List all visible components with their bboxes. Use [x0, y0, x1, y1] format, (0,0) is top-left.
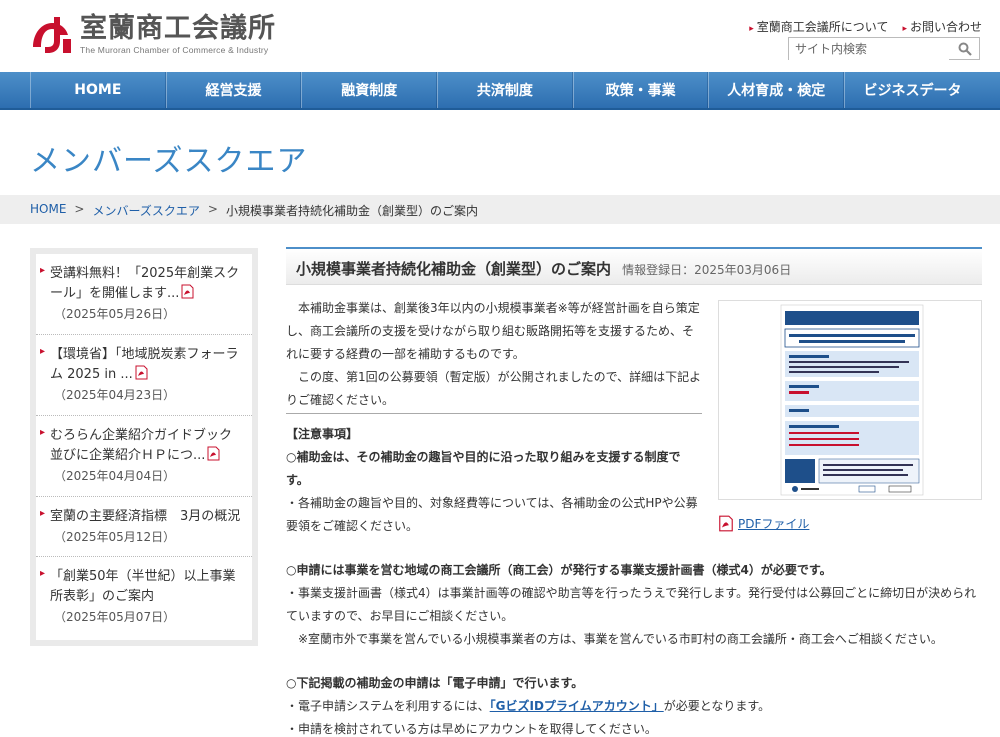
- site-logo[interactable]: 室蘭商工会議所 The Muroran Chamber of Commerce …: [30, 14, 276, 55]
- contact-link[interactable]: お問い合わせ: [902, 18, 982, 35]
- gbizid-link[interactable]: 「GビズIDプライムアカウント」: [490, 699, 664, 713]
- sidebar-item[interactable]: むろらん企業紹介ガイドブック並びに企業紹介ＨＰにつ... （2025年04月04…: [36, 416, 252, 497]
- pdf-icon: [207, 446, 220, 461]
- nav-business-data[interactable]: ビジネスデータ: [844, 72, 980, 108]
- note-body: ・電子申請システムを利用するには、「GビズIDプライムアカウント」が必要となりま…: [286, 695, 982, 718]
- site-search: [788, 37, 980, 60]
- article-intro: 本補助金事業は、創業後3年以内の小規模事業者※等が経営計画を自ら策定し、商工会議…: [286, 297, 702, 412]
- sidebar-item-title: むろらん企業紹介ガイドブック並びに企業紹介ＨＰにつ...: [50, 428, 233, 463]
- breadcrumb-home[interactable]: HOME: [30, 202, 66, 219]
- note-body: ・申請を検討されている方は早めにアカウントを取得してください。: [286, 722, 657, 736]
- about-link[interactable]: 室蘭商工会議所について: [749, 18, 889, 35]
- breadcrumb-separator: >: [74, 202, 85, 216]
- divider: [286, 413, 702, 414]
- note-body: ・各補助金の趣旨や目的、対象経費等については、各補助金の公式HPや公募要領をご確…: [286, 496, 698, 533]
- intro-paragraph: この度、第1回の公募要領（暫定版）が公開されましたので、詳細は下記よりご確認くだ…: [286, 370, 702, 407]
- breadcrumb-separator: >: [207, 202, 218, 216]
- pdf-icon: [181, 284, 194, 299]
- sidebar-item-title: 「創業50年（半世紀）以上事業所表彰」のご案内: [50, 569, 236, 604]
- sidebar: 受講料無料！「2025年創業スクール」を開催します... （2025年05月26…: [30, 248, 258, 646]
- article: 小規模事業者持続化補助金（創業型）のご案内 情報登録日：2025年03月06日 …: [286, 247, 982, 736]
- logo-english: The Muroran Chamber of Commerce & Indust…: [80, 45, 269, 55]
- search-input[interactable]: [789, 38, 949, 60]
- page-title: メンバーズスクエア: [30, 144, 308, 179]
- sidebar-item-date: （2025年05月26日）: [54, 307, 176, 321]
- sidebar-item-date: （2025年04月23日）: [54, 388, 176, 402]
- sidebar-item-title: 室蘭の主要経済指標 3月の概況: [50, 509, 241, 524]
- breadcrumb-section[interactable]: メンバーズスクエア: [92, 202, 199, 219]
- logo-japanese: 室蘭商工会議所: [80, 13, 276, 44]
- breadcrumb-current: 小規模事業者持続化補助金（創業型）のご案内: [225, 204, 478, 218]
- main-nav: HOME 経営支援 融資制度 共済制度 政策・事業 人材育成・検定 ビジネスデー…: [0, 72, 1000, 110]
- sidebar-item[interactable]: 【環境省】「地域脱炭素フォーラム 2025 in ... （2025年04月23…: [36, 335, 252, 416]
- intro-paragraph: 本補助金事業は、創業後3年以内の小規模事業者※等が経営計画を自ら策定し、商工会議…: [286, 301, 700, 361]
- sidebar-item-title: 受講料無料！「2025年創業スクール」を開催します...: [50, 266, 240, 301]
- nav-training[interactable]: 人材育成・検定: [708, 72, 845, 108]
- pdf-icon: [135, 365, 148, 380]
- breadcrumb-bar: HOME > メンバーズスクエア > 小規模事業者持続化補助金（創業型）のご案内: [0, 195, 1000, 224]
- note-text: が必要となります。: [663, 699, 771, 713]
- nav-mutual-aid[interactable]: 共済制度: [437, 72, 573, 108]
- note-sub: ※室蘭市外で事業を営んでいる小規模事業者の方は、事業を営んでいる市町村の商工会議…: [298, 632, 943, 646]
- nav-policy[interactable]: 政策・事業: [572, 72, 709, 108]
- sidebar-item[interactable]: 「創業50年（半世紀）以上事業所表彰」のご案内 （2025年05月07日）: [36, 557, 252, 638]
- nav-home[interactable]: HOME: [30, 72, 166, 108]
- note-heading: ○下記掲載の補助金の申請は「電子申請」で行います。: [286, 676, 584, 690]
- notes-heading: 【注意事項】: [286, 427, 359, 441]
- sidebar-item[interactable]: 室蘭の主要経済指標 3月の概況 （2025年05月12日）: [36, 497, 252, 557]
- article-date: 情報登録日：2025年03月06日: [622, 263, 792, 277]
- article-title: 小規模事業者持続化補助金（創業型）のご案内: [296, 260, 612, 278]
- top-links: 室蘭商工会議所について お問い合わせ: [749, 18, 982, 35]
- search-icon[interactable]: [958, 42, 972, 56]
- nav-financing[interactable]: 融資制度: [301, 72, 438, 108]
- article-header: 小規模事業者持続化補助金（創業型）のご案内 情報登録日：2025年03月06日: [286, 247, 982, 285]
- sidebar-item[interactable]: 受講料無料！「2025年創業スクール」を開催します... （2025年05月26…: [36, 254, 252, 335]
- note-body: ・事業支援計画書（様式4）は事業計画等の確認や助言等を行ったうえで発行します。発…: [286, 586, 977, 623]
- sidebar-item-date: （2025年04月04日）: [54, 469, 176, 483]
- note-text: ・電子申請システムを利用するには、: [286, 699, 490, 713]
- site-header: 室蘭商工会議所 The Muroran Chamber of Commerce …: [0, 0, 1000, 72]
- nav-management-support[interactable]: 経営支援: [165, 72, 302, 108]
- article-notes: 【注意事項】 ○補助金は、その補助金の趣旨や目的に沿った取り組みを支援する制度で…: [286, 423, 982, 737]
- note-heading: ○補助金は、その補助金の趣旨や目的に沿った取り組みを支援する制度です。: [286, 450, 681, 487]
- sidebar-item-date: （2025年05月07日）: [54, 610, 176, 624]
- note-heading: ○申請には事業を営む地域の商工会議所（商工会）が発行する事業支援計画書（様式4）…: [286, 563, 832, 577]
- logo-mark-icon: [33, 16, 71, 53]
- sidebar-item-date: （2025年05月12日）: [54, 530, 176, 544]
- breadcrumb: HOME > メンバーズスクエア > 小規模事業者持続化補助金（創業型）のご案内: [30, 202, 478, 219]
